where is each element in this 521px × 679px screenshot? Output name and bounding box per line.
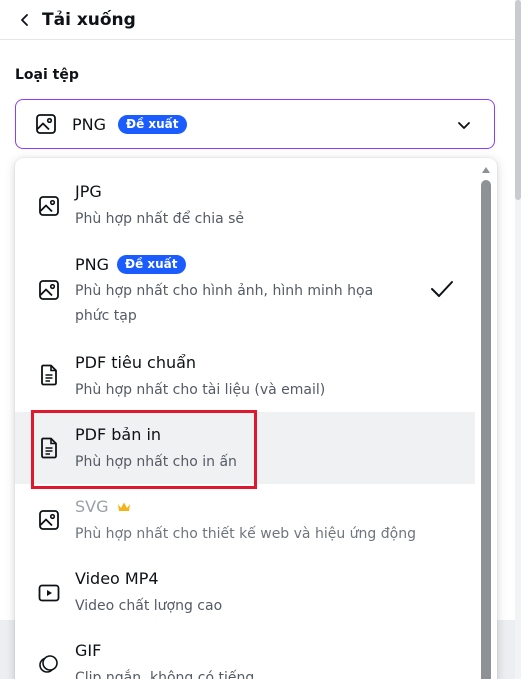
option-gif[interactable]: GIF Clip ngắn, không có tiếng [15, 632, 475, 679]
page-scrollbar-thumb[interactable] [515, 0, 521, 200]
image-icon [39, 280, 59, 300]
image-icon [36, 114, 56, 134]
chevron-left-icon [21, 13, 28, 26]
check-icon [431, 281, 453, 297]
file-type-label: Loại tệp [15, 67, 79, 83]
back-button[interactable]: Tải xuống [18, 10, 136, 30]
page-title: Tải xuống [42, 9, 136, 30]
option-svg[interactable]: SVG Phù hợp nhất cho thiết kế web và hiệ… [15, 486, 475, 558]
selected-file-type: PNG [72, 114, 107, 134]
option-description: Phù hợp nhất cho tài liệu (và email) [75, 382, 326, 398]
option-title: PNG Đề xuất [75, 255, 186, 274]
option-description: Video chất lượng cao [75, 598, 223, 614]
recommended-badge: Đề xuất [118, 114, 187, 134]
option-pdf-standard[interactable]: PDF tiêu chuẩn Phù hợp nhất cho tài liệu… [15, 340, 475, 410]
chevron-down-icon [458, 122, 470, 129]
image-icon [39, 510, 59, 530]
option-title-text: SVG [75, 497, 109, 516]
file-type-select[interactable]: PNG Đề xuất [15, 99, 495, 149]
file-type-dropdown: JPG Phù hợp nhất để chia sẻ PNG Đề xuất … [15, 158, 497, 679]
option-description: Clip ngắn, không có tiếng [75, 670, 255, 679]
option-pdf-print[interactable]: PDF bản in Phù hợp nhất cho in ấn [15, 412, 475, 484]
option-title-text: PNG [75, 255, 110, 274]
option-description: Phù hợp nhất cho thiết kế web và hiệu ứn… [75, 526, 416, 542]
option-title: PDF bản in [75, 425, 162, 444]
document-icon [41, 437, 57, 459]
option-description: Phù hợp nhất cho hình ảnh, hình minh họa [75, 283, 374, 299]
crown-icon [117, 502, 130, 511]
scroll-up-icon[interactable] [480, 164, 492, 176]
gif-icon [39, 655, 58, 673]
recommended-badge: Đề xuất [117, 255, 186, 274]
video-icon [38, 584, 60, 602]
option-description: Phù hợp nhất cho in ấn [75, 454, 237, 470]
option-mp4[interactable]: Video MP4 Video chất lượng cao [15, 558, 475, 630]
option-png[interactable]: PNG Đề xuất Phù hợp nhất cho hình ảnh, h… [15, 244, 475, 328]
image-icon [39, 196, 59, 216]
option-description-line2: phức tạp [75, 308, 137, 324]
dialog-header: Tải xuống [0, 0, 515, 40]
document-icon [41, 364, 57, 386]
option-title: PDF tiêu chuẩn [75, 353, 197, 372]
option-title: GIF [75, 641, 102, 660]
option-title: SVG [75, 497, 131, 516]
option-jpg[interactable]: JPG Phù hợp nhất để chia sẻ [15, 172, 475, 242]
option-title: JPG [75, 182, 102, 201]
option-title: Video MP4 [75, 569, 159, 588]
page-scrollbar[interactable] [515, 0, 521, 679]
option-description: Phù hợp nhất để chia sẻ [75, 211, 245, 227]
dropdown-scrollbar-thumb[interactable] [481, 180, 491, 679]
